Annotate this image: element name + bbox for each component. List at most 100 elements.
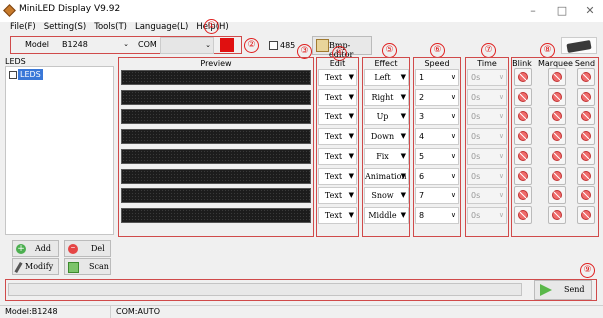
- edit-select-value: Text: [324, 191, 343, 201]
- marquee-toggle[interactable]: [548, 146, 566, 165]
- edit-select[interactable]: Text ▼: [318, 187, 357, 205]
- no-entry-icon: [581, 131, 591, 142]
- preview-display[interactable]: [121, 207, 311, 223]
- chevron-down-icon: ∨: [450, 171, 456, 180]
- edit-select[interactable]: Text ▼: [318, 88, 357, 106]
- speed-select[interactable]: 8 ∨: [415, 206, 459, 224]
- menu-file[interactable]: File(F): [10, 22, 36, 32]
- marquee-toggle[interactable]: [548, 205, 566, 224]
- preview-display[interactable]: [121, 148, 311, 164]
- speed-select[interactable]: 5 ∨: [415, 147, 459, 165]
- modify-label: Modify: [25, 262, 54, 271]
- speed-select-value: 8: [419, 210, 425, 220]
- del-button[interactable]: – Del: [64, 240, 111, 257]
- send-toggle[interactable]: [577, 68, 595, 86]
- blink-toggle[interactable]: [514, 107, 532, 126]
- marker-7: ⑦: [481, 43, 496, 58]
- edit-select[interactable]: Text ▼: [318, 167, 357, 185]
- speed-select[interactable]: 2 ∨: [415, 88, 459, 106]
- send-toggle[interactable]: [577, 107, 595, 126]
- speed-select[interactable]: 4 ∨: [415, 128, 459, 146]
- speed-select[interactable]: 3 ∨: [415, 108, 459, 126]
- blink-toggle[interactable]: [514, 68, 532, 86]
- preview-display[interactable]: [121, 109, 311, 125]
- minimize-button[interactable]: –: [519, 0, 547, 22]
- chevron-down-icon: ▼: [400, 210, 406, 219]
- effect-select[interactable]: Up ▼: [364, 108, 409, 126]
- time-select-value: 0s: [471, 112, 481, 122]
- com-select[interactable]: ⌄: [160, 37, 214, 54]
- no-entry-icon: [518, 170, 528, 181]
- close-button[interactable]: ✕: [576, 0, 603, 22]
- time-select: 0s ∨: [467, 128, 507, 146]
- effect-select[interactable]: Down ▼: [364, 128, 409, 146]
- chevron-down-icon: ▼: [400, 112, 406, 121]
- effect-select[interactable]: Left ▼: [364, 69, 409, 86]
- no-entry-icon: [581, 170, 591, 181]
- model-value: B1248: [62, 40, 88, 49]
- edit-select[interactable]: Text ▼: [318, 108, 357, 126]
- send-toggle[interactable]: [577, 87, 595, 106]
- edit-select[interactable]: Text ▼: [318, 128, 357, 146]
- edit-select[interactable]: Text ▼: [318, 69, 357, 86]
- leds-checkbox[interactable]: [9, 71, 17, 79]
- chevron-down-icon: ∨: [450, 191, 456, 200]
- blink-toggle[interactable]: [514, 87, 532, 106]
- scan-button[interactable]: Scan: [64, 258, 111, 275]
- chevron-down-icon: ⌄: [123, 40, 129, 48]
- time-select-value: 0s: [471, 132, 481, 142]
- add-label: Add: [35, 244, 52, 253]
- modify-button[interactable]: Modify: [12, 258, 59, 275]
- effect-select[interactable]: Fix ▼: [364, 147, 409, 165]
- preview-display[interactable]: [121, 89, 311, 105]
- preview-display[interactable]: [121, 168, 311, 184]
- send-toggle[interactable]: [577, 186, 595, 205]
- send-toggle[interactable]: [577, 146, 595, 165]
- speed-select[interactable]: 7 ∨: [415, 187, 459, 205]
- speed-select[interactable]: 6 ∨: [415, 167, 459, 185]
- send-toggle[interactable]: [577, 127, 595, 146]
- edit-select-value: Text: [324, 92, 343, 102]
- chevron-down-icon: ∨: [498, 73, 504, 81]
- marquee-toggle[interactable]: [548, 127, 566, 146]
- blink-toggle[interactable]: [514, 146, 532, 165]
- marquee-toggle[interactable]: [548, 87, 566, 106]
- chevron-down-icon: ∨: [450, 112, 456, 121]
- edit-select[interactable]: Text ▼: [318, 206, 357, 224]
- maximize-button[interactable]: □: [548, 0, 576, 22]
- check485-box[interactable]: [269, 41, 278, 50]
- blink-toggle[interactable]: [514, 166, 532, 185]
- send-button[interactable]: Send: [534, 280, 592, 300]
- menu-tools[interactable]: Tools(T): [94, 22, 127, 32]
- blink-toggle[interactable]: [514, 186, 532, 205]
- preview-display[interactable]: [121, 129, 311, 145]
- chevron-down-icon: ▼: [348, 112, 354, 121]
- preview-display[interactable]: [121, 70, 311, 85]
- menu-setting[interactable]: Setting(S): [44, 22, 86, 32]
- send-toggle[interactable]: [577, 166, 595, 185]
- effect-select[interactable]: Snow ▼: [364, 187, 409, 205]
- add-button[interactable]: + Add: [12, 240, 59, 257]
- speed-select[interactable]: 1 ∨: [415, 69, 459, 86]
- usb-device-button[interactable]: [561, 37, 597, 54]
- model-select[interactable]: B1248 ⌄: [59, 37, 131, 54]
- marquee-toggle[interactable]: [548, 68, 566, 86]
- bmp-editor-icon: [316, 39, 329, 52]
- marquee-toggle[interactable]: [548, 166, 566, 185]
- leds-item[interactable]: LEDS: [18, 69, 43, 80]
- marquee-toggle[interactable]: [548, 186, 566, 205]
- send-toggle[interactable]: [577, 205, 595, 224]
- blink-toggle[interactable]: [514, 127, 532, 146]
- blink-toggle[interactable]: [514, 205, 532, 224]
- menu-language[interactable]: Language(L): [135, 22, 188, 32]
- marquee-toggle[interactable]: [548, 107, 566, 126]
- effect-select[interactable]: Animation ▼: [364, 167, 409, 185]
- marker-2: ②: [244, 38, 259, 53]
- effect-select[interactable]: Right ▼: [364, 88, 409, 106]
- no-entry-icon: [581, 91, 591, 102]
- speed-header: Speed: [424, 59, 450, 68]
- effect-select[interactable]: Middle ▼: [364, 206, 409, 224]
- no-entry-icon: [552, 209, 562, 220]
- edit-select[interactable]: Text ▼: [318, 147, 357, 165]
- preview-display[interactable]: [121, 188, 311, 204]
